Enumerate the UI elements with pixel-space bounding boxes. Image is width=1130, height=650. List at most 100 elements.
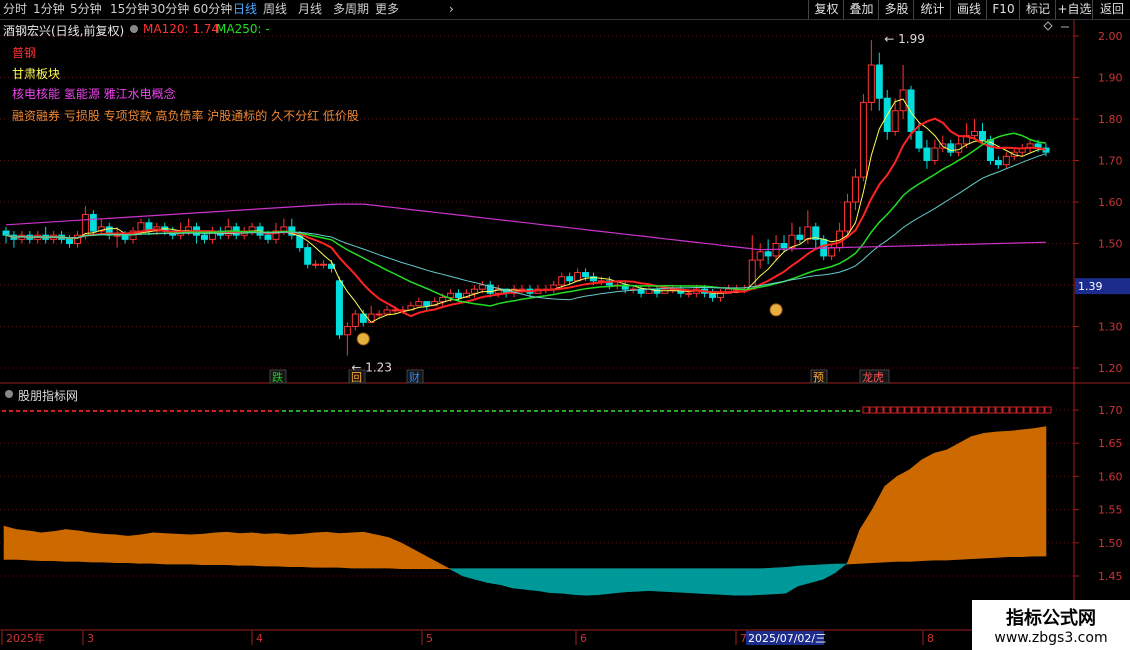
period-tab-9[interactable]: 多周期 (333, 1, 369, 17)
money-bag-icon-1 (769, 303, 783, 317)
candle-body-71 (566, 276, 574, 282)
indicator-title[interactable]: 股朋指标网 (18, 387, 78, 404)
indicator-area-22 (276, 533, 290, 568)
period-tab-2[interactable]: 5分钟 (70, 1, 102, 17)
candle-body-89 (709, 292, 717, 298)
indicator-area-37 (462, 568, 476, 580)
indicator-area-28 (351, 531, 365, 569)
indicator-area-14 (177, 533, 191, 565)
candle-body-33 (264, 234, 272, 240)
indicator-area-58 (723, 568, 737, 596)
tag-industry[interactable]: 普钢 (12, 44, 36, 61)
period-tab-4[interactable]: 30分钟 (150, 1, 189, 17)
candle-body-95 (756, 251, 764, 261)
toolbar-button-3[interactable]: 统计 (913, 0, 951, 19)
indicator-area-1 (16, 529, 30, 561)
watermark-url: www.zbgs3.com (994, 630, 1108, 646)
date-label-0: 2025年 (6, 631, 45, 645)
indicator-area-26 (326, 531, 340, 568)
period-tab-3[interactable]: 15分钟 (110, 1, 149, 17)
period-tab-10[interactable]: 更多 (375, 1, 399, 17)
toolbar-button-2[interactable]: 多股 (878, 0, 914, 19)
candle-body-101 (804, 226, 812, 240)
candle-body-122 (971, 130, 979, 137)
candle-body-17 (137, 222, 145, 232)
indicator-area-41 (512, 568, 526, 590)
toolbar-button-5[interactable]: F10 (986, 0, 1020, 19)
tag-concepts[interactable]: 核电核能 氢能源 雅江水电概念 (12, 85, 176, 102)
indicator-area-25 (313, 531, 327, 568)
toolbar-button-7[interactable]: +自选 (1055, 0, 1093, 19)
indicator-area-11 (140, 532, 154, 564)
indicator-area-76 (946, 442, 960, 561)
candle-body-126 (1002, 155, 1010, 166)
indicator-area-67 (834, 562, 848, 574)
indicator-area-59 (735, 568, 749, 596)
ma250-label: MA250: - (216, 22, 270, 36)
cursor-date-label: 2025/07/02/三 (748, 632, 826, 645)
indicator-area-69 (859, 508, 873, 564)
indicator-area-35 (437, 562, 451, 570)
candle-body-59 (470, 288, 478, 294)
indicator-area-53 (661, 568, 675, 593)
date-label-2: 4 (256, 632, 263, 645)
indicator-area-0 (3, 525, 17, 560)
period-tab-7[interactable]: 周线 (263, 1, 287, 17)
tag-styles[interactable]: 融资融券 亏损股 专项贷款 高负债率 沪股通标的 久不分红 低价股 (12, 107, 359, 124)
candle-body-98 (780, 243, 788, 249)
indicator-area-32 (400, 542, 414, 569)
date-label-1: 3 (87, 632, 94, 645)
toolbar-button-6[interactable]: 标记 (1019, 0, 1056, 19)
indicator-area-54 (673, 568, 687, 593)
candle-body-96 (764, 251, 772, 257)
candle-body-40 (320, 263, 328, 266)
indicator-area-63 (785, 565, 799, 594)
indicator-area-23 (289, 533, 303, 568)
price-tick-label-4: 1.60 (1098, 196, 1123, 209)
tag-region[interactable]: 甘肃板块 (12, 65, 60, 82)
period-tab-8[interactable]: 月线 (298, 1, 322, 17)
candle-body-70 (558, 276, 566, 286)
indicator-area-30 (375, 534, 389, 569)
candle-body-39 (312, 263, 320, 266)
candle-body-100 (796, 234, 804, 240)
indicator-area-82 (1020, 428, 1034, 558)
toolbar-button-8[interactable]: 返回 (1092, 0, 1130, 19)
candle-body-116 (923, 147, 931, 162)
candle-body-109 (867, 64, 875, 103)
price-tick-label-7: 1.30 (1098, 321, 1123, 334)
indicator-area-73 (909, 459, 923, 562)
indicator-area-6 (78, 530, 92, 563)
indicator-area-62 (772, 567, 786, 595)
toolbar-button-4[interactable]: 画线 (950, 0, 987, 19)
date-label-6: 8 (927, 632, 934, 645)
toolbar-button-0[interactable]: 复权 (808, 0, 844, 19)
indicator-area-2 (28, 530, 42, 562)
price-tick-label-1: 1.90 (1098, 72, 1123, 85)
ind-tick-label-0: 1.70 (1098, 404, 1123, 417)
stock-name[interactable]: 酒钢宏兴(日线,前复权) (3, 22, 124, 39)
candle-body-108 (859, 101, 867, 178)
candle-body-56 (447, 292, 455, 298)
top-toolbar: 分时 1分钟 5分钟 15分钟 30分钟 60分钟 日线 周线 月线 多周期 更多 › 复权 叠加 多股 统计… (0, 0, 1130, 20)
indicator-area-83 (1033, 426, 1047, 557)
indicator-area-80 (996, 430, 1010, 558)
chevron-right-icon[interactable]: › (449, 1, 454, 17)
period-tab-6[interactable]: 日线 (233, 1, 257, 17)
indicator-area-18 (226, 531, 240, 566)
candle-body-38 (304, 247, 312, 265)
indicator-area-45 (561, 568, 575, 595)
period-tab-0[interactable]: 分时 (3, 1, 27, 17)
candle-body-113 (899, 89, 907, 112)
indicator-area-68 (847, 529, 861, 565)
candle-body-15 (121, 234, 129, 240)
indicator-area-49 (611, 568, 625, 594)
indicator-menu-icon (5, 390, 13, 398)
toolbar-button-1[interactable]: 叠加 (843, 0, 879, 19)
price-tick-label-8: 1.20 (1098, 362, 1123, 375)
candle-body-123 (978, 130, 986, 141)
indicator-area-13 (164, 533, 178, 565)
period-tab-5[interactable]: 60分钟 (193, 1, 232, 17)
watermark-title: 指标公式网 (1006, 608, 1096, 629)
period-tab-1[interactable]: 1分钟 (33, 1, 65, 17)
